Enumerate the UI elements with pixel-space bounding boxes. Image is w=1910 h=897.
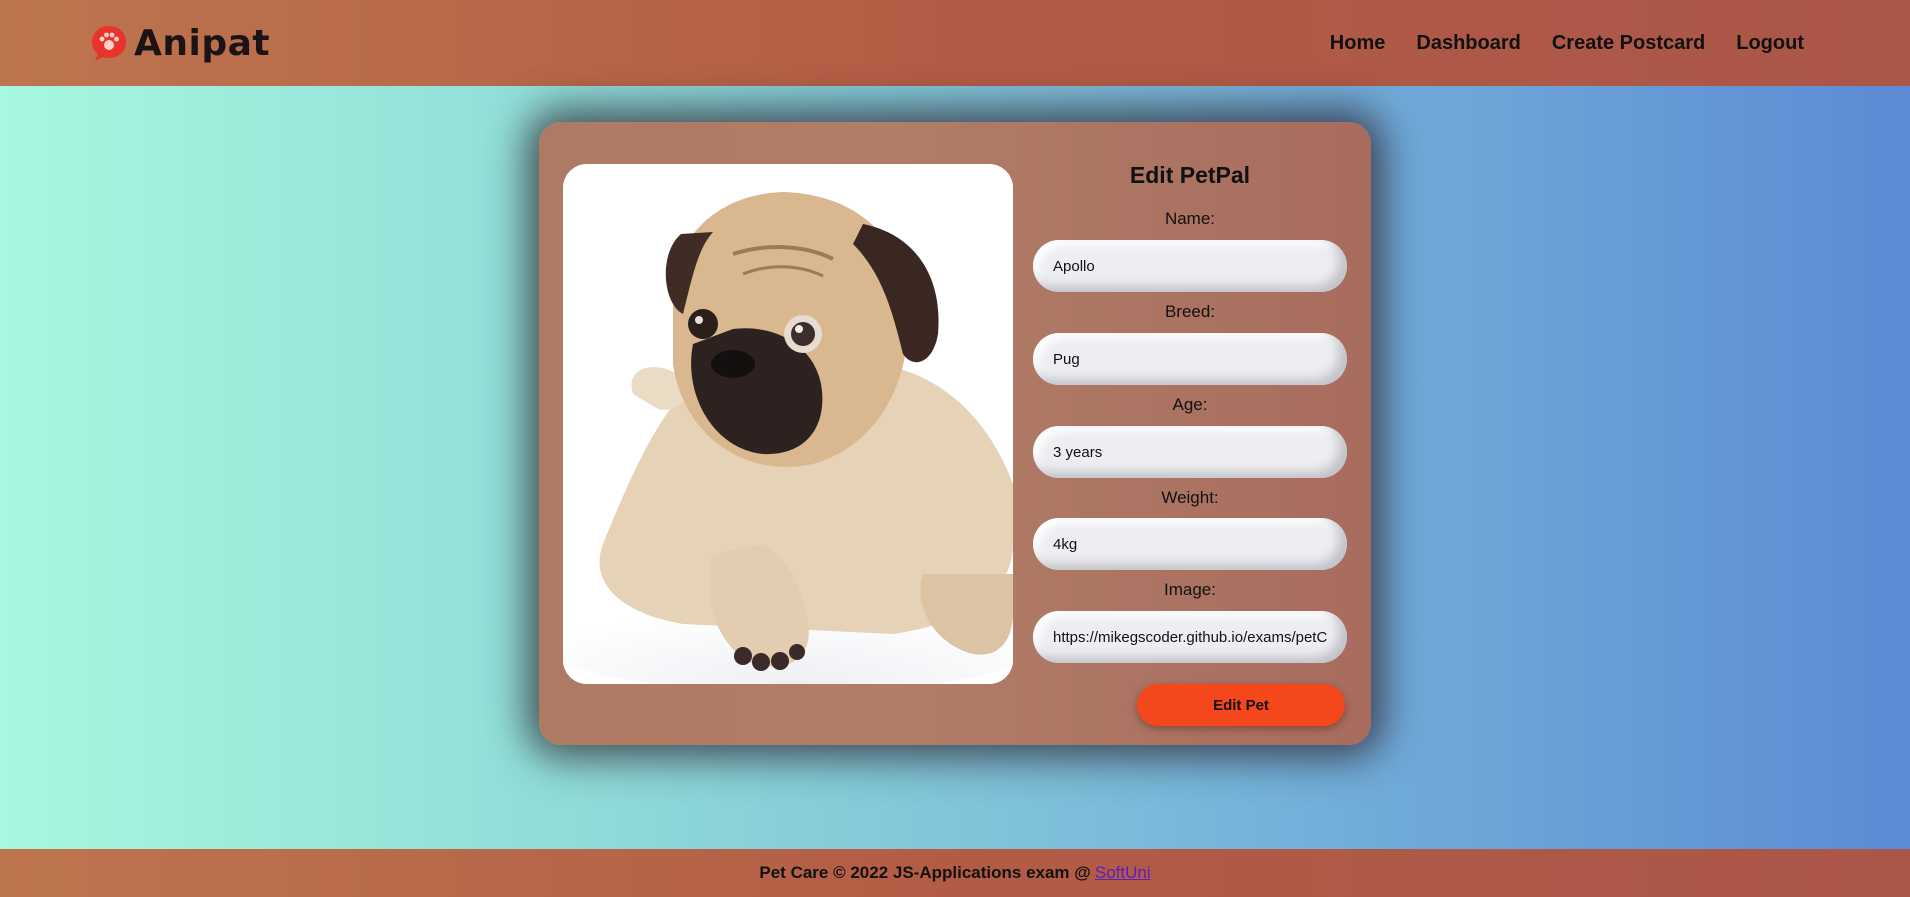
image-url-input[interactable] bbox=[1033, 611, 1347, 663]
nav-home[interactable]: Home bbox=[1330, 32, 1386, 55]
edit-pet-button[interactable]: Edit Pet bbox=[1137, 684, 1345, 726]
nav-dashboard[interactable]: Dashboard bbox=[1416, 32, 1520, 55]
breed-input[interactable] bbox=[1033, 333, 1347, 385]
weight-input[interactable] bbox=[1033, 518, 1347, 570]
form-title: Edit PetPal bbox=[1129, 162, 1251, 188]
edit-pet-card: Edit PetPal Name: Breed: Age: Weight: Im… bbox=[539, 122, 1371, 745]
footer-text: Pet Care © 2022 JS-Applications exam @ bbox=[759, 863, 1091, 882]
name-input[interactable] bbox=[1033, 240, 1347, 292]
age-input[interactable] bbox=[1033, 426, 1347, 478]
main-nav: Home Dashboard Create Postcard Logout bbox=[1330, 32, 1804, 55]
brand-name: Anipat bbox=[134, 22, 271, 64]
age-label: Age: bbox=[1172, 395, 1208, 414]
nav-logout[interactable]: Logout bbox=[1736, 32, 1804, 55]
paw-chat-bubble-icon bbox=[92, 26, 126, 61]
edit-pet-form: Edit PetPal Name: Breed: Age: Weight: Im… bbox=[1033, 122, 1347, 745]
name-label: Name: bbox=[1164, 209, 1216, 228]
logo[interactable]: Anipat bbox=[90, 23, 270, 64]
softuni-link[interactable]: SoftUni bbox=[1095, 863, 1151, 883]
weight-label: Weight: bbox=[1161, 488, 1219, 507]
breed-label: Breed: bbox=[1164, 302, 1216, 321]
image-label: Image: bbox=[1164, 580, 1216, 599]
site-footer: Pet Care © 2022 JS-Applications exam @ S… bbox=[0, 849, 1910, 897]
nav-create-postcard[interactable]: Create Postcard bbox=[1552, 32, 1705, 55]
site-header: Anipat Home Dashboard Create Postcard Lo… bbox=[0, 0, 1910, 86]
pet-photo bbox=[563, 164, 1013, 684]
pug-illustration bbox=[563, 164, 1013, 684]
